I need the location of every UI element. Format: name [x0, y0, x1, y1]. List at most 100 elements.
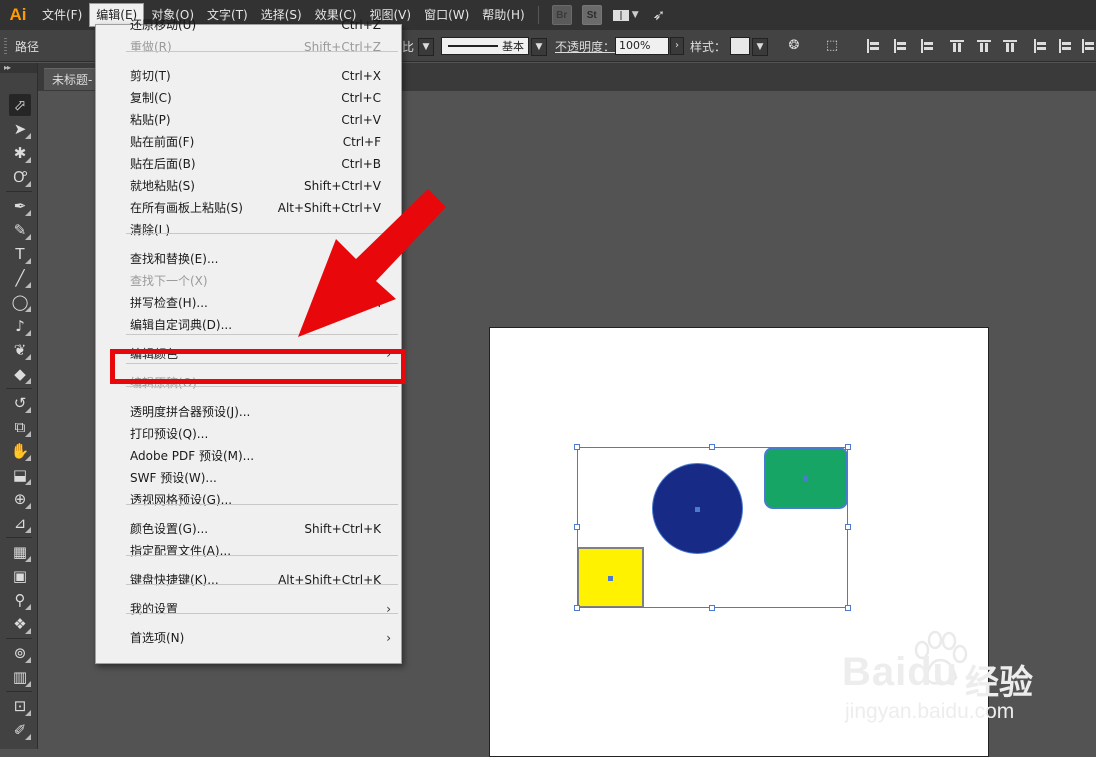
- bounding-box-handle[interactable]: [574, 605, 580, 611]
- edit-menu-item[interactable]: 打印预设(Q)...: [96, 423, 401, 445]
- bounding-box-handle[interactable]: [845, 444, 851, 450]
- shape-builder-tool-icon[interactable]: ⊕: [9, 488, 31, 510]
- bounding-box-handle[interactable]: [709, 605, 715, 611]
- slice-tool-icon[interactable]: ✐: [9, 719, 31, 741]
- menu-item-label: 查找和替换(E)...: [130, 252, 219, 266]
- bounding-box-handle[interactable]: [845, 605, 851, 611]
- edit-menu-item[interactable]: 颜色设置(G)... Shift+Ctrl+K: [96, 518, 401, 540]
- opacity-arrow-button[interactable]: ›: [670, 37, 684, 55]
- opacity-label[interactable]: 不透明度：: [555, 38, 615, 55]
- menu-item-label: 首选项(N): [130, 631, 185, 645]
- menu-item-label: 编辑自定词典(D)...: [130, 318, 233, 332]
- line-segment-tool-icon[interactable]: ╱: [9, 267, 31, 289]
- bounding-box-handle[interactable]: [574, 444, 580, 450]
- menu-separator: [126, 584, 398, 585]
- type-tool-icon[interactable]: T: [9, 243, 31, 265]
- blend-tool-icon[interactable]: ❖: [9, 613, 31, 635]
- align-horizontal-center-icon[interactable]: [893, 39, 907, 53]
- puppet-warp-tool-icon[interactable]: ✋: [9, 440, 31, 462]
- distribute-bottom-icon[interactable]: [1081, 39, 1095, 53]
- opacity-input[interactable]: 100%: [615, 37, 669, 55]
- magic-wand-tool-icon[interactable]: ✱: [9, 142, 31, 164]
- scale-tool-icon[interactable]: ⧉: [9, 416, 31, 438]
- edit-menu-item[interactable]: 剪切(T) Ctrl+X: [96, 65, 401, 87]
- stroke-weight-dropdown[interactable]: ▼: [418, 38, 434, 56]
- align-bottom-icon[interactable]: [1003, 39, 1017, 53]
- select-similar-icon[interactable]: ⬚: [824, 38, 840, 54]
- align-top-icon[interactable]: [950, 39, 964, 53]
- tools-panel-collapse[interactable]: ▸▸: [0, 63, 37, 73]
- stroke-profile-dropdown[interactable]: ▼: [531, 38, 547, 56]
- edit-menu-item[interactable]: 我的设置 ›: [96, 598, 401, 620]
- menu-item-shortcut: Ctrl+B: [341, 157, 381, 171]
- graphic-style-swatch[interactable]: [730, 37, 750, 55]
- menu-item-shortcut: Shift+Ctrl+K: [304, 522, 381, 536]
- artboard-tool-icon[interactable]: ⊡: [9, 695, 31, 717]
- stock-icon[interactable]: St: [581, 5, 602, 25]
- control-bar-grip[interactable]: [4, 38, 7, 54]
- recolor-artwork-icon[interactable]: ❂: [786, 38, 802, 54]
- ellipse-tool-icon[interactable]: ◯: [9, 291, 31, 313]
- selection-bounding-box[interactable]: [577, 447, 848, 608]
- menu-item-label: 贴在前面(F): [130, 135, 195, 149]
- menu-item-label: Adobe PDF 预设(M)...: [130, 449, 255, 463]
- align-vertical-center-icon[interactable]: [977, 39, 991, 53]
- edit-menu-item[interactable]: 粘贴(P) Ctrl+V: [96, 109, 401, 131]
- edit-menu-item[interactable]: 指定配置文件(A)...: [96, 540, 401, 562]
- bounding-box-handle[interactable]: [845, 524, 851, 530]
- lasso-tool-icon[interactable]: Ꝍ: [9, 166, 31, 188]
- distribute-top-icon[interactable]: [1033, 39, 1047, 53]
- stroke-profile-select[interactable]: 基本: [441, 37, 529, 55]
- tools-panel: ▸▸ ⬀ ➤ ✱ Ꝍ ✒ ✎ T ╱ ◯ ♪ ❦ ◆ ↺ ⧉ ✋ ⬓ ⊕ ⊿ ▦…: [0, 63, 38, 749]
- menu-window[interactable]: 窗口(W): [418, 3, 475, 27]
- tools-divider: [6, 191, 32, 192]
- bounding-box-handle[interactable]: [709, 444, 715, 450]
- align-right-icon[interactable]: [920, 39, 934, 53]
- bounding-box-handle[interactable]: [574, 524, 580, 530]
- edit-menu-item[interactable]: SWF 预设(W)...: [96, 467, 401, 489]
- paintbrush-tool-icon[interactable]: ♪: [9, 315, 31, 337]
- free-transform-tool-icon[interactable]: ⬓: [9, 464, 31, 486]
- distribute-center-icon[interactable]: [1058, 39, 1072, 53]
- style-label: 样式：: [690, 40, 727, 54]
- workspace-switcher[interactable]: ▼: [612, 9, 639, 21]
- menu-item-label: 键盘快捷键(K)...: [130, 573, 219, 587]
- edit-menu-item[interactable]: 贴在前面(F) Ctrl+F: [96, 131, 401, 153]
- menu-item-label: 剪切(T): [130, 69, 171, 83]
- blob-brush-tool-icon[interactable]: ❦: [9, 339, 31, 361]
- edit-menu-item[interactable]: 贴在后面(B) Ctrl+B: [96, 153, 401, 175]
- gradient-tool-icon[interactable]: ▣: [9, 565, 31, 587]
- eyedropper-tool-icon[interactable]: ⚲: [9, 589, 31, 611]
- watermark-brand: Baidu: [842, 650, 959, 694]
- edit-menu-item[interactable]: 透视网格预设(G)...: [96, 489, 401, 511]
- menu-item-shortcut: Ctrl+C: [341, 91, 381, 105]
- annotation-arrow: [298, 189, 446, 337]
- illustrator-logo: Ai: [9, 5, 27, 24]
- edit-menu-item[interactable]: 透明度拼合器预设(J)...: [96, 401, 401, 423]
- menu-item-label: 贴在后面(B): [130, 157, 196, 171]
- edit-menu-item[interactable]: 复制(C) Ctrl+C: [96, 87, 401, 109]
- menu-separator: [126, 504, 398, 505]
- selection-tool-icon[interactable]: ⬀: [9, 94, 31, 116]
- mesh-tool-icon[interactable]: ▦: [9, 541, 31, 563]
- edit-menu-item[interactable]: Adobe PDF 预设(M)...: [96, 445, 401, 467]
- edit-menu-item[interactable]: 键盘快捷键(K)... Alt+Shift+Ctrl+K: [96, 569, 401, 591]
- graphic-style-dropdown[interactable]: ▼: [752, 38, 768, 56]
- stroke-style-label: 基本: [502, 40, 524, 53]
- align-left-icon[interactable]: [866, 39, 880, 53]
- perspective-grid-tool-icon[interactable]: ⊿: [9, 512, 31, 534]
- direct-selection-tool-icon[interactable]: ➤: [9, 118, 31, 140]
- edit-menu-item[interactable]: 首选项(N) ›: [96, 627, 401, 649]
- gpu-performance-icon[interactable]: ➶: [653, 6, 666, 24]
- rotate-tool-icon[interactable]: ↺: [9, 392, 31, 414]
- pen-tool-icon[interactable]: ✒: [9, 195, 31, 217]
- edit-menu-item[interactable]: 还原移动(U) Ctrl+Z: [96, 14, 401, 36]
- menu-file[interactable]: 文件(F): [36, 3, 88, 27]
- column-graph-tool-icon[interactable]: ▥: [9, 666, 31, 688]
- symbol-sprayer-tool-icon[interactable]: ⊚: [9, 642, 31, 664]
- eraser-tool-icon[interactable]: ◆: [9, 363, 31, 385]
- menu-help[interactable]: 帮助(H): [476, 3, 530, 27]
- tools-divider: [6, 388, 32, 389]
- bridge-icon[interactable]: Br: [551, 5, 572, 25]
- curvature-tool-icon[interactable]: ✎: [9, 219, 31, 241]
